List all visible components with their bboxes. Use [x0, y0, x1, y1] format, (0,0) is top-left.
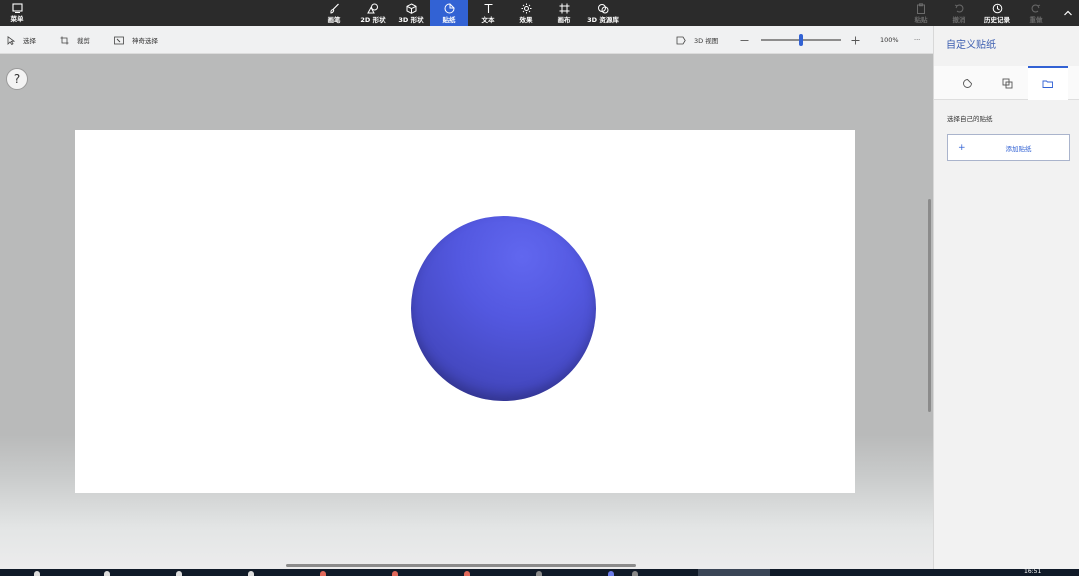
taskbar-app-icon[interactable] [176, 571, 182, 576]
crop-icon [60, 36, 69, 44]
magic-select-label: 神奇选择 [132, 37, 158, 45]
redo-label: 重做 [1029, 16, 1043, 24]
panel-subtitle: 选择自己的贴纸 [947, 115, 993, 123]
tool-effects-label: 效果 [519, 16, 533, 24]
tool-stickers[interactable]: 贴纸 [430, 0, 468, 26]
tool-canvas[interactable]: 画布 [548, 0, 580, 26]
view-3d-icon [676, 36, 686, 44]
collapse-ribbon-button[interactable] [1059, 0, 1077, 26]
crop-tool-label: 裁剪 [77, 37, 90, 45]
taskbar-active-app[interactable] [698, 569, 770, 576]
magic-select-button[interactable]: 神奇选择 [114, 26, 158, 54]
taskbar-app-icon[interactable] [608, 571, 614, 576]
paste-label: 粘贴 [914, 16, 928, 24]
select-tool-button[interactable]: 选择 [7, 26, 36, 54]
history-label: 历史记录 [984, 16, 1010, 24]
sticker-tabs [934, 66, 1079, 100]
zoom-level[interactable]: 100% [880, 26, 899, 54]
taskbar-app-icon[interactable] [536, 571, 542, 576]
tool-3d-library[interactable]: 3D 资源库 [584, 0, 622, 26]
crop-tool-button[interactable]: 裁剪 [60, 26, 90, 54]
menu-icon [11, 3, 23, 13]
tool-3d-library-label: 3D 资源库 [587, 16, 619, 24]
horizontal-scrollbar[interactable] [286, 564, 636, 567]
menu-label: 菜单 [10, 15, 24, 23]
tool-text[interactable]: 文本 [472, 0, 504, 26]
view-3d-button[interactable]: 3D 视图 [676, 26, 718, 54]
zoom-slider-thumb[interactable] [799, 34, 803, 46]
zoom-out-button[interactable] [740, 26, 757, 54]
add-plus-icon: + [958, 142, 966, 153]
tool-effects[interactable]: 效果 [510, 0, 542, 26]
paste-icon [917, 3, 925, 14]
tool-brushes[interactable]: 画笔 [318, 0, 350, 26]
redo-icon [1031, 4, 1041, 13]
select-tool-label: 选择 [23, 37, 36, 45]
tool-stickers-label: 贴纸 [442, 16, 456, 24]
taskbar-app-icon[interactable] [464, 571, 470, 576]
sun-icon [521, 3, 531, 14]
chevron-up-icon [1064, 10, 1072, 16]
texture-icon [1002, 78, 1012, 88]
cube-icon [406, 3, 416, 14]
view-3d-label: 3D 视图 [694, 37, 719, 45]
more-options-button[interactable]: ··· [914, 26, 920, 54]
history-button[interactable]: 历史记录 [980, 0, 1014, 26]
taskbar-app-icon[interactable] [392, 571, 398, 576]
3d-sphere-object[interactable] [411, 216, 596, 401]
canvas-icon [559, 3, 569, 14]
minus-icon [740, 39, 749, 41]
tool-brushes-label: 画笔 [327, 16, 341, 24]
sticker-icon [444, 3, 454, 14]
windows-taskbar: 16:51 [0, 568, 1079, 576]
undo-label: 撤消 [952, 16, 966, 24]
drawing-canvas[interactable] [75, 130, 855, 493]
brush-icon [329, 3, 339, 14]
tool-text-label: 文本 [481, 16, 495, 24]
tool-canvas-label: 画布 [557, 16, 571, 24]
add-sticker-label: 添加贴纸 [1005, 144, 1032, 153]
vertical-scrollbar[interactable] [928, 199, 931, 412]
taskbar-clock[interactable]: 16:51 [1024, 568, 1041, 575]
shapes-2d-icon [367, 3, 378, 14]
tool-3d-shapes-label: 3D 形状 [398, 16, 424, 24]
tab-custom-stickers[interactable] [1028, 66, 1068, 100]
top-ribbon: 菜单 画笔 2D 形状 3D 形状 贴纸 文本 效果 画布 3D 资源库 粘贴 … [0, 0, 1079, 26]
panel-title: 自定义贴纸 [946, 40, 996, 51]
workspace: ? [0, 54, 933, 569]
menu-button[interactable]: 菜单 [2, 0, 32, 26]
tool-3d-shapes[interactable]: 3D 形状 [394, 0, 428, 26]
taskbar-app-icon[interactable] [632, 571, 638, 576]
paste-button[interactable]: 粘贴 [908, 0, 934, 26]
tool-2d-shapes[interactable]: 2D 形状 [356, 0, 390, 26]
taskbar-app-icon[interactable] [320, 571, 326, 576]
secondary-toolbar: 选择 裁剪 神奇选择 3D 视图 100% ··· [0, 26, 933, 54]
zoom-in-button[interactable] [851, 26, 868, 54]
redo-button[interactable]: 重做 [1023, 0, 1049, 26]
help-button[interactable]: ? [6, 68, 28, 90]
stickers-panel: 自定义贴纸 选择自己的贴纸 + 添加贴纸 [933, 26, 1079, 569]
tab-textures[interactable] [987, 66, 1027, 100]
tab-sticker-shapes[interactable] [947, 66, 987, 100]
taskbar-app-icon[interactable] [104, 571, 110, 576]
folder-icon [1042, 80, 1053, 88]
history-icon [992, 3, 1002, 14]
sticker-shape-icon [962, 78, 972, 88]
library-icon [598, 4, 609, 14]
undo-icon [954, 4, 964, 13]
tool-2d-shapes-label: 2D 形状 [360, 16, 386, 24]
zoom-slider[interactable] [761, 34, 841, 46]
undo-button[interactable]: 撤消 [946, 0, 972, 26]
add-sticker-button[interactable]: + 添加贴纸 [947, 134, 1070, 161]
pointer-icon [7, 35, 15, 45]
taskbar-app-icon[interactable] [248, 571, 254, 576]
taskbar-app-icon[interactable] [34, 571, 40, 576]
plus-icon [851, 36, 860, 44]
magic-select-icon [114, 36, 124, 44]
text-icon [484, 3, 492, 13]
